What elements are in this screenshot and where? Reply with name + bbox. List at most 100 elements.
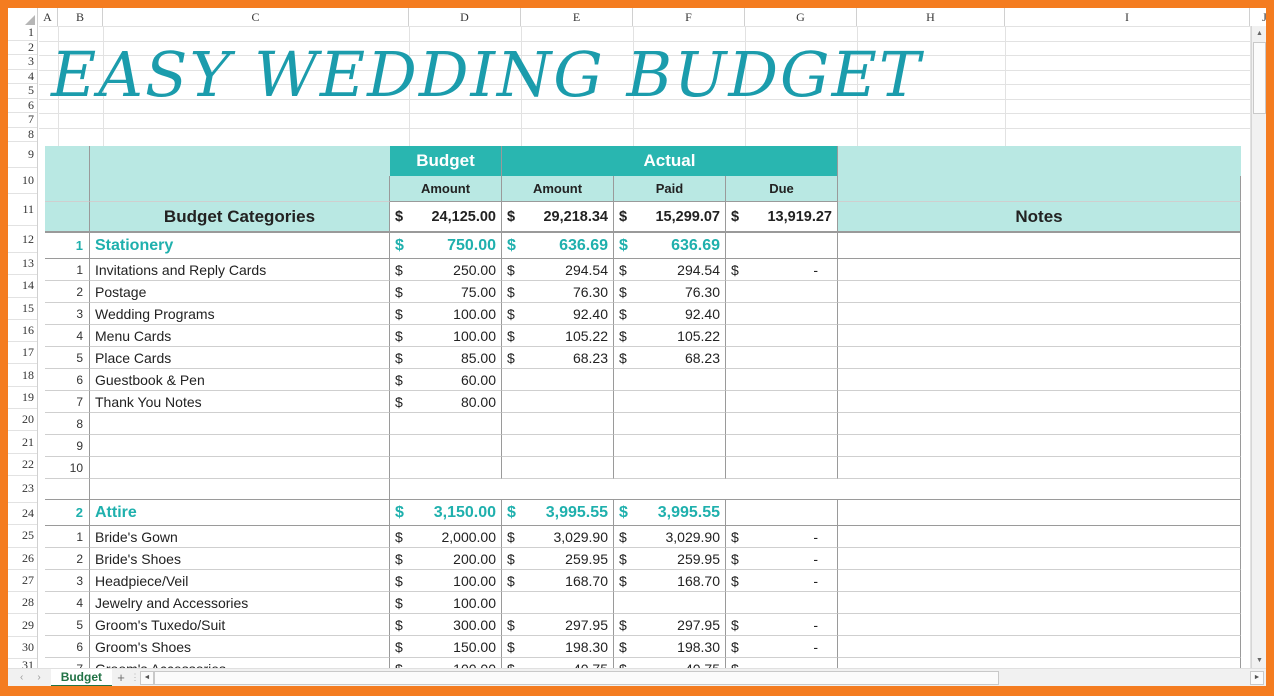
item-paid[interactable]: $92.40 [614,303,726,325]
item-budget-amount[interactable]: $100.00 [390,592,502,614]
row-header-6[interactable]: 6 [8,98,37,113]
item-paid[interactable]: $3,029.90 [614,526,726,548]
item-actual-amount[interactable]: $105.22 [502,325,614,347]
item-paid[interactable] [614,457,726,479]
item-paid[interactable]: $68.23 [614,347,726,369]
scroll-up-button[interactable]: ▲ [1252,26,1266,41]
item-paid[interactable]: $168.70 [614,570,726,592]
item-paid[interactable]: $76.30 [614,281,726,303]
item-notes[interactable] [838,325,1241,347]
select-all-corner[interactable] [8,8,38,26]
section-budget-amount[interactable]: $3,150.00 [390,499,502,526]
item-actual-amount[interactable] [502,435,614,457]
item-name[interactable]: Postage [90,281,390,303]
row-header-15[interactable]: 15 [8,297,37,320]
item-paid[interactable]: $294.54 [614,259,726,281]
item-name[interactable]: Groom's Tuxedo/Suit [90,614,390,636]
section-actual-amount[interactable]: $3,995.55 [502,499,614,526]
column-header-a[interactable]: A [38,8,58,26]
item-notes[interactable] [838,548,1241,570]
item-due[interactable]: $- [726,636,838,658]
item-name[interactable]: Place Cards [90,347,390,369]
item-budget-amount[interactable] [390,457,502,479]
item-notes[interactable] [838,303,1241,325]
section-name[interactable]: Attire [90,499,390,526]
item-notes[interactable] [838,592,1241,614]
row-header-26[interactable]: 26 [8,547,37,570]
item-due[interactable] [726,592,838,614]
item-paid[interactable] [614,413,726,435]
item-due[interactable]: $- [726,614,838,636]
item-actual-amount[interactable] [502,457,614,479]
item-paid[interactable]: $40.75 [614,658,726,668]
item-budget-amount[interactable]: $100.00 [390,658,502,668]
item-name[interactable]: Guestbook & Pen [90,369,390,391]
row-header-8[interactable]: 8 [8,127,37,142]
section-actual-amount[interactable]: $636.69 [502,232,614,259]
item-budget-amount[interactable]: $75.00 [390,281,502,303]
row-header-17[interactable]: 17 [8,342,37,365]
item-budget-amount[interactable]: $100.00 [390,325,502,347]
item-name[interactable]: Wedding Programs [90,303,390,325]
row-header-2[interactable]: 2 [8,40,37,55]
item-budget-amount[interactable]: $85.00 [390,347,502,369]
row-header-11[interactable]: 11 [8,194,37,226]
item-paid[interactable] [614,391,726,413]
item-actual-amount[interactable]: $40.75 [502,658,614,668]
split-handle[interactable]: ⋮ [130,672,140,683]
column-header-j[interactable]: J [1250,8,1266,26]
item-budget-amount[interactable]: $150.00 [390,636,502,658]
item-due[interactable] [726,369,838,391]
item-budget-amount[interactable]: $300.00 [390,614,502,636]
item-due[interactable] [726,347,838,369]
column-header-e[interactable]: E [521,8,633,26]
item-due[interactable]: $- [726,259,838,281]
add-sheet-icon[interactable]: + [112,669,130,687]
item-budget-amount[interactable]: $2,000.00 [390,526,502,548]
item-name[interactable] [90,457,390,479]
item-name[interactable]: Bride's Shoes [90,548,390,570]
row-header-28[interactable]: 28 [8,592,37,615]
row-header-25[interactable]: 25 [8,525,37,548]
column-header-h[interactable]: H [857,8,1005,26]
row-header-12[interactable]: 12 [8,226,37,253]
item-notes[interactable] [838,570,1241,592]
sheet-nav-prev-icon[interactable]: ‹ [20,672,23,683]
item-budget-amount[interactable]: $80.00 [390,391,502,413]
vertical-scrollbar[interactable]: ▲ ▼ [1251,26,1266,668]
sheet-nav-next-icon[interactable]: › [37,672,40,683]
item-due[interactable] [726,303,838,325]
section-name[interactable]: Stationery [90,232,390,259]
item-budget-amount[interactable]: $200.00 [390,548,502,570]
item-name[interactable]: Groom's Shoes [90,636,390,658]
item-budget-amount[interactable] [390,435,502,457]
item-paid[interactable]: $297.95 [614,614,726,636]
item-name[interactable]: Thank You Notes [90,391,390,413]
item-notes[interactable] [838,614,1241,636]
sheet-tab-budget[interactable]: Budget [50,668,113,686]
row-header-20[interactable]: 20 [8,409,37,432]
row-header-24[interactable]: 24 [8,502,37,526]
item-actual-amount[interactable] [502,592,614,614]
item-name[interactable]: Headpiece/Veil [90,570,390,592]
item-actual-amount[interactable]: $76.30 [502,281,614,303]
item-name[interactable]: Bride's Gown [90,526,390,548]
column-header-g[interactable]: G [745,8,857,26]
section-paid[interactable]: $636.69 [614,232,726,259]
item-paid[interactable] [614,592,726,614]
scroll-down-button[interactable]: ▼ [1252,653,1266,668]
column-header-d[interactable]: D [409,8,521,26]
row-header-7[interactable]: 7 [8,113,37,128]
row-header-4[interactable]: 4 [8,69,37,84]
item-budget-amount[interactable] [390,413,502,435]
item-actual-amount[interactable]: $168.70 [502,570,614,592]
item-name[interactable]: Invitations and Reply Cards [90,259,390,281]
item-notes[interactable] [838,369,1241,391]
item-due[interactable]: $- [726,658,838,668]
item-name[interactable] [90,413,390,435]
item-due[interactable]: $- [726,570,838,592]
item-paid[interactable]: $105.22 [614,325,726,347]
item-actual-amount[interactable]: $68.23 [502,347,614,369]
item-due[interactable]: $- [726,548,838,570]
row-header-10[interactable]: 10 [8,168,37,194]
